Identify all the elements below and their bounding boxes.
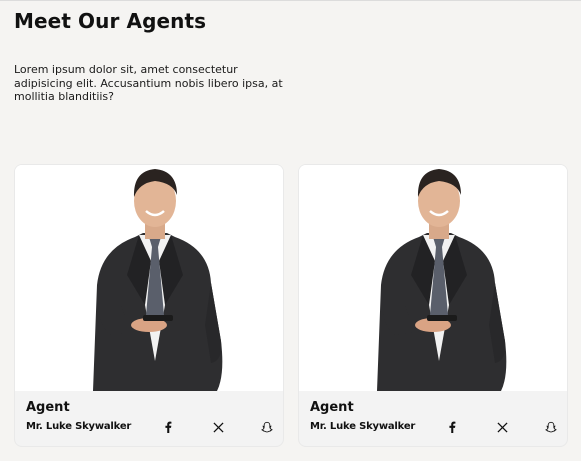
agent-role: Agent: [310, 400, 354, 415]
agent-portrait-image: [299, 165, 567, 391]
agent-role: Agent: [26, 400, 70, 415]
x-icon[interactable]: [493, 418, 511, 436]
agent-photo: [299, 165, 567, 391]
agents-section: Meet Our Agents Lorem ipsum dolor sit, a…: [0, 0, 581, 461]
facebook-icon[interactable]: [159, 418, 177, 436]
agent-photo: [15, 165, 283, 391]
snapchat-icon[interactable]: [258, 418, 276, 436]
x-icon[interactable]: [209, 418, 227, 436]
section-intro: Lorem ipsum dolor sit, amet consectetur …: [14, 63, 283, 103]
social-links: [155, 418, 275, 436]
social-links: [439, 418, 559, 436]
snapchat-icon[interactable]: [542, 418, 560, 436]
facebook-icon[interactable]: [443, 418, 461, 436]
agent-card: Agent Mr. Luke Skywalker: [14, 164, 284, 447]
section-title: Meet Our Agents: [14, 9, 207, 33]
agent-name: Mr. Luke Skywalker: [26, 421, 132, 432]
agent-card: Agent Mr. Luke Skywalker: [298, 164, 568, 447]
agent-name: Mr. Luke Skywalker: [310, 421, 416, 432]
agent-portrait-image: [15, 165, 283, 391]
